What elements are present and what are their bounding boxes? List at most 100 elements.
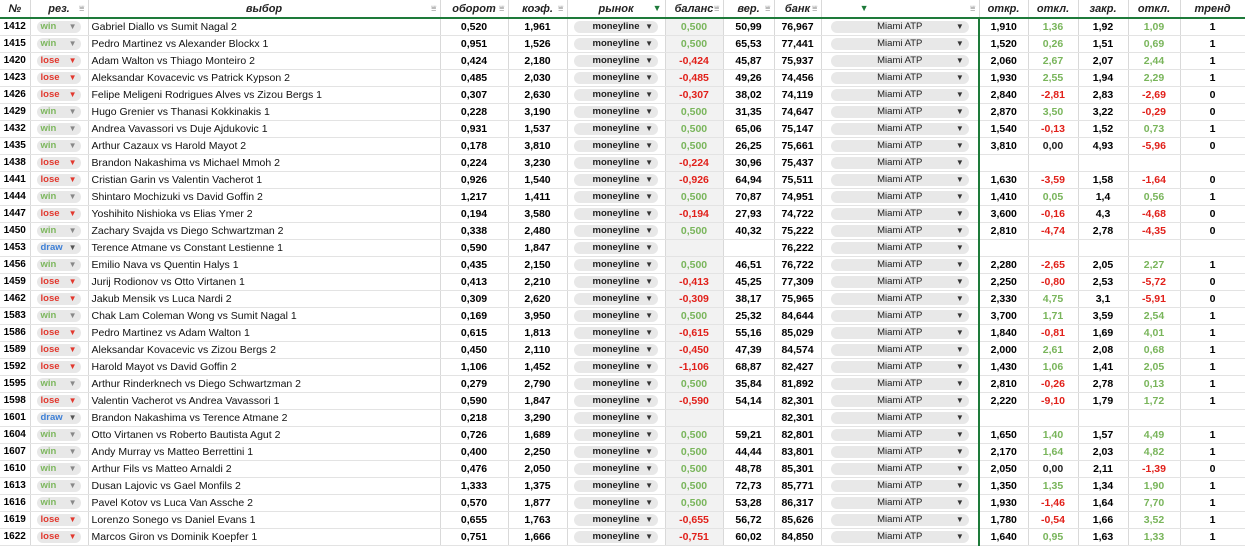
tournament-dropdown[interactable]: Miami ATP ▼ [830, 310, 969, 323]
col-open-header[interactable]: откр. [979, 0, 1029, 19]
market-dropdown[interactable]: moneyline ▼ [574, 72, 658, 85]
col-tournament-header[interactable]: ▼ ⩸ [821, 0, 980, 19]
tournament-dropdown[interactable]: Miami ATP ▼ [830, 514, 969, 527]
col-result-header[interactable]: рез. ⩸ [30, 0, 89, 19]
result-dropdown[interactable]: win ▼ [36, 123, 81, 136]
filter-active-icon[interactable]: ▼ [860, 0, 869, 16]
filter-icon[interactable]: ⩸ [431, 0, 436, 16]
tournament-dropdown[interactable]: Miami ATP ▼ [830, 21, 969, 34]
tournament-dropdown[interactable]: Miami ATP ▼ [830, 174, 969, 187]
result-dropdown[interactable]: win ▼ [36, 259, 81, 272]
tournament-dropdown[interactable]: Miami ATP ▼ [830, 140, 969, 153]
result-dropdown[interactable]: win ▼ [36, 191, 81, 204]
result-dropdown[interactable]: lose ▼ [36, 361, 81, 374]
col-market-header[interactable]: рынок ▼ [567, 0, 666, 19]
result-dropdown[interactable]: lose ▼ [36, 395, 81, 408]
tournament-dropdown[interactable]: Miami ATP ▼ [830, 208, 969, 221]
tournament-dropdown[interactable]: Miami ATP ▼ [830, 242, 969, 255]
result-dropdown[interactable]: lose ▼ [36, 208, 81, 221]
tournament-dropdown[interactable]: Miami ATP ▼ [830, 293, 969, 306]
tournament-dropdown[interactable]: Miami ATP ▼ [830, 429, 969, 442]
tournament-dropdown[interactable]: Miami ATP ▼ [830, 123, 969, 136]
market-dropdown[interactable]: moneyline ▼ [574, 497, 658, 510]
market-dropdown[interactable]: moneyline ▼ [574, 55, 658, 68]
market-dropdown[interactable]: moneyline ▼ [574, 191, 658, 204]
tournament-dropdown[interactable]: Miami ATP ▼ [830, 72, 969, 85]
market-dropdown[interactable]: moneyline ▼ [574, 123, 658, 136]
market-dropdown[interactable]: moneyline ▼ [574, 514, 658, 527]
result-dropdown[interactable]: win ▼ [36, 140, 81, 153]
result-dropdown[interactable]: win ▼ [36, 429, 81, 442]
result-dropdown[interactable]: win ▼ [36, 463, 81, 476]
filter-icon[interactable]: ⩸ [714, 0, 719, 16]
result-dropdown[interactable]: lose ▼ [36, 55, 81, 68]
market-dropdown[interactable]: moneyline ▼ [574, 21, 658, 34]
filter-icon[interactable]: ⩸ [558, 0, 563, 16]
tournament-dropdown[interactable]: Miami ATP ▼ [830, 327, 969, 340]
tournament-dropdown[interactable]: Miami ATP ▼ [830, 412, 969, 425]
result-dropdown[interactable]: lose ▼ [36, 276, 81, 289]
market-dropdown[interactable]: moneyline ▼ [574, 378, 658, 391]
tournament-dropdown[interactable]: Miami ATP ▼ [830, 89, 969, 102]
result-dropdown[interactable]: lose ▼ [36, 89, 81, 102]
market-dropdown[interactable]: moneyline ▼ [574, 446, 658, 459]
result-dropdown[interactable]: win ▼ [36, 21, 81, 34]
filter-icon[interactable]: ⩸ [765, 0, 770, 16]
result-dropdown[interactable]: draw ▼ [36, 242, 81, 255]
filter-active-icon[interactable]: ▼ [653, 0, 662, 16]
result-dropdown[interactable]: win ▼ [36, 378, 81, 391]
col-dev2-header[interactable]: откл. [1128, 0, 1181, 19]
tournament-dropdown[interactable]: Miami ATP ▼ [830, 463, 969, 476]
tournament-dropdown[interactable]: Miami ATP ▼ [830, 480, 969, 493]
filter-icon[interactable]: ⩸ [970, 0, 975, 16]
market-dropdown[interactable]: moneyline ▼ [574, 276, 658, 289]
market-dropdown[interactable]: moneyline ▼ [574, 429, 658, 442]
col-odds-header[interactable]: коэф. ⩸ [508, 0, 568, 19]
market-dropdown[interactable]: moneyline ▼ [574, 157, 658, 170]
col-turnover-header[interactable]: оборот ⩸ [440, 0, 509, 19]
market-dropdown[interactable]: moneyline ▼ [574, 463, 658, 476]
result-dropdown[interactable]: lose ▼ [36, 293, 81, 306]
tournament-dropdown[interactable]: Miami ATP ▼ [830, 395, 969, 408]
filter-icon[interactable]: ⩸ [79, 0, 84, 16]
market-dropdown[interactable]: moneyline ▼ [574, 531, 658, 544]
market-dropdown[interactable]: moneyline ▼ [574, 344, 658, 357]
tournament-dropdown[interactable]: Miami ATP ▼ [830, 157, 969, 170]
market-dropdown[interactable]: moneyline ▼ [574, 412, 658, 425]
tournament-dropdown[interactable]: Miami ATP ▼ [830, 259, 969, 272]
result-dropdown[interactable]: lose ▼ [36, 72, 81, 85]
col-dev1-header[interactable]: откл. [1028, 0, 1079, 19]
col-selection-header[interactable]: выбор ⩸ [88, 0, 441, 19]
market-dropdown[interactable]: moneyline ▼ [574, 293, 658, 306]
tournament-dropdown[interactable]: Miami ATP ▼ [830, 106, 969, 119]
market-dropdown[interactable]: moneyline ▼ [574, 89, 658, 102]
result-dropdown[interactable]: lose ▼ [36, 344, 81, 357]
col-trend-header[interactable]: тренд [1180, 0, 1245, 19]
market-dropdown[interactable]: moneyline ▼ [574, 361, 658, 374]
result-dropdown[interactable]: lose ▼ [36, 157, 81, 170]
market-dropdown[interactable]: moneyline ▼ [574, 259, 658, 272]
tournament-dropdown[interactable]: Miami ATP ▼ [830, 225, 969, 238]
result-dropdown[interactable]: win ▼ [36, 106, 81, 119]
col-bank-header[interactable]: банк ⩸ [774, 0, 822, 19]
market-dropdown[interactable]: moneyline ▼ [574, 38, 658, 51]
tournament-dropdown[interactable]: Miami ATP ▼ [830, 55, 969, 68]
col-id-header[interactable]: № [0, 0, 31, 19]
tournament-dropdown[interactable]: Miami ATP ▼ [830, 446, 969, 459]
tournament-dropdown[interactable]: Miami ATP ▼ [830, 497, 969, 510]
result-dropdown[interactable]: lose ▼ [36, 327, 81, 340]
filter-icon[interactable]: ⩸ [812, 0, 817, 16]
result-dropdown[interactable]: win ▼ [36, 446, 81, 459]
result-dropdown[interactable]: lose ▼ [36, 531, 81, 544]
tournament-dropdown[interactable]: Miami ATP ▼ [830, 344, 969, 357]
market-dropdown[interactable]: moneyline ▼ [574, 310, 658, 323]
market-dropdown[interactable]: moneyline ▼ [574, 174, 658, 187]
tournament-dropdown[interactable]: Miami ATP ▼ [830, 361, 969, 374]
market-dropdown[interactable]: moneyline ▼ [574, 242, 658, 255]
tournament-dropdown[interactable]: Miami ATP ▼ [830, 38, 969, 51]
tournament-dropdown[interactable]: Miami ATP ▼ [830, 191, 969, 204]
tournament-dropdown[interactable]: Miami ATP ▼ [830, 531, 969, 544]
tournament-dropdown[interactable]: Miami ATP ▼ [830, 378, 969, 391]
result-dropdown[interactable]: lose ▼ [36, 174, 81, 187]
market-dropdown[interactable]: moneyline ▼ [574, 395, 658, 408]
